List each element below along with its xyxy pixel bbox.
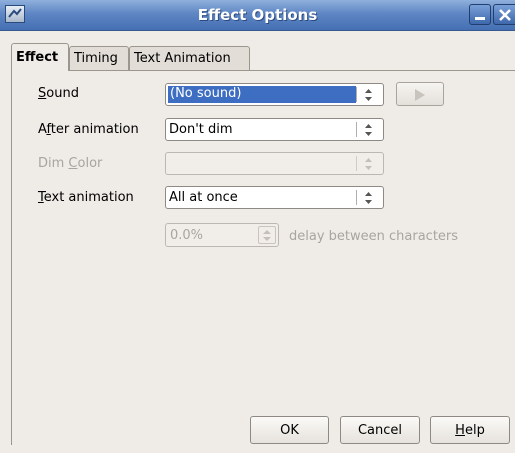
title-bar: Effect Options <box>0 0 515 31</box>
text-animation-value: All at once <box>169 190 238 205</box>
after-animation-combobox[interactable]: Don't dim <box>165 118 384 141</box>
delay-spinbox: 0.0% <box>165 223 279 247</box>
delay-value: 0.0% <box>170 228 204 243</box>
delay-suffix-label: delay between characters <box>289 229 459 244</box>
updown-arrows-icon <box>365 192 372 204</box>
sound-label: Sound <box>38 86 79 101</box>
text-animation-label: Text animation <box>38 190 134 205</box>
help-button[interactable]: Help <box>430 416 510 444</box>
close-button[interactable] <box>493 4 515 25</box>
updown-arrows-icon <box>263 230 271 241</box>
text-animation-combobox[interactable]: All at once <box>165 186 384 209</box>
tab-timing[interactable]: Timing <box>69 46 129 70</box>
updown-arrows-icon <box>365 89 372 101</box>
play-sound-button[interactable] <box>396 82 444 106</box>
after-animation-label: After animation <box>38 122 139 137</box>
after-animation-value: Don't dim <box>169 122 233 137</box>
sound-combobox[interactable]: (No sound) <box>165 83 384 106</box>
updown-arrows-icon <box>365 124 372 136</box>
ok-button[interactable]: OK <box>250 416 329 444</box>
tab-text-animation[interactable]: Text Animation <box>129 46 250 70</box>
updown-arrows-icon <box>365 158 372 170</box>
sound-value: (No sound) <box>168 86 356 103</box>
minimize-button[interactable] <box>469 4 491 25</box>
spin-arrows <box>258 226 276 244</box>
play-icon <box>415 89 425 101</box>
dim-color-combobox <box>165 152 384 175</box>
tab-effect[interactable]: Effect <box>11 43 69 71</box>
cancel-button[interactable]: Cancel <box>340 416 420 444</box>
window-title: Effect Options <box>197 6 318 24</box>
dim-color-label: Dim Color <box>38 156 103 171</box>
